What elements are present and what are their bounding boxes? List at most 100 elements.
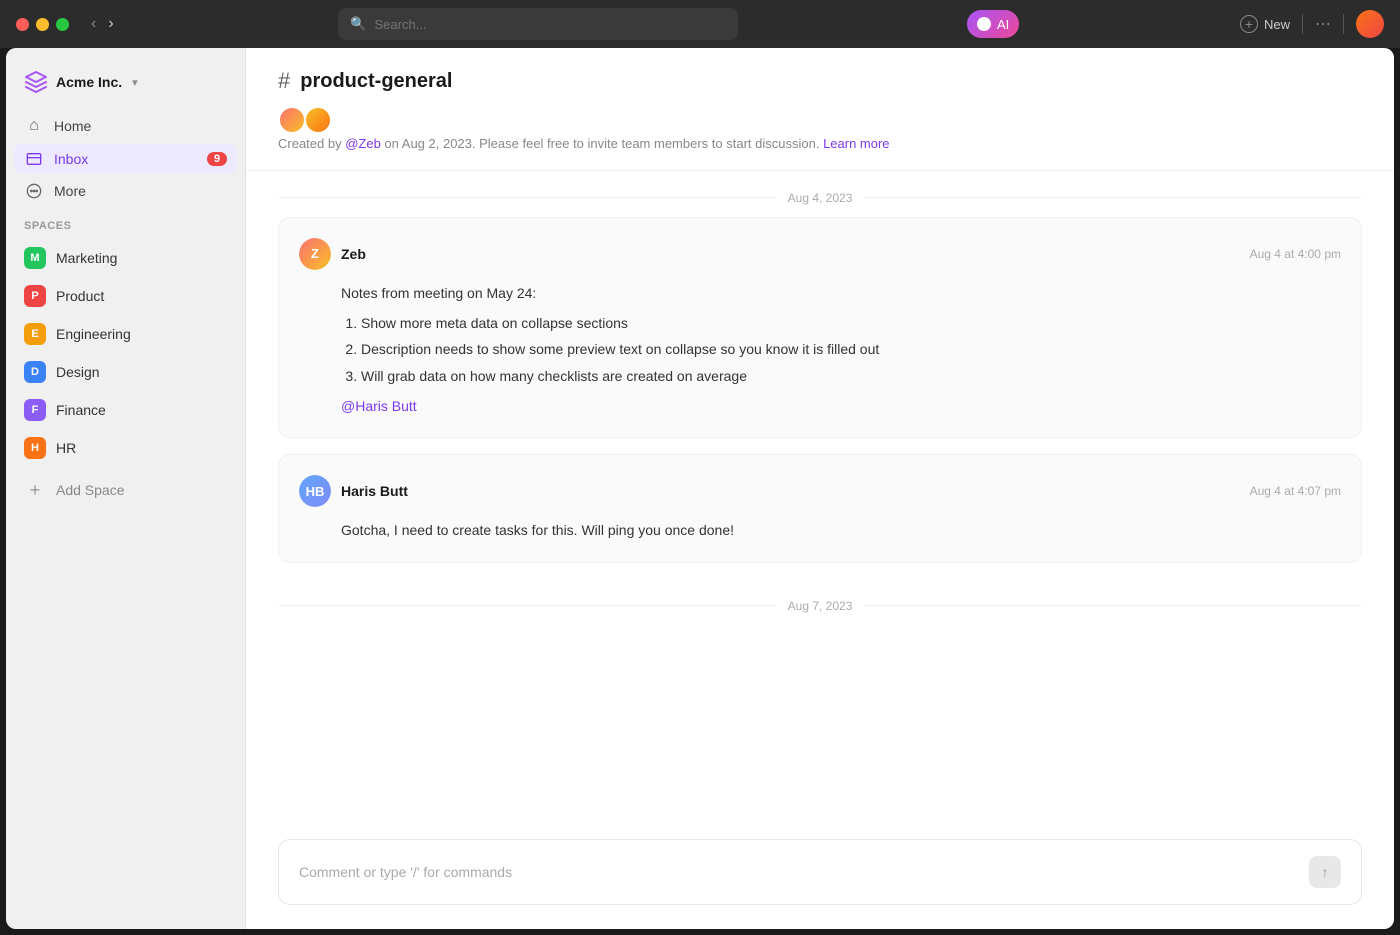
member-avatar-1[interactable]	[278, 106, 306, 134]
author-avatar-zeb: Z	[299, 238, 331, 270]
description-prefix: Created by	[278, 136, 345, 151]
minimize-button[interactable]	[36, 18, 49, 31]
new-label: New	[1264, 17, 1290, 32]
hash-icon: #	[278, 68, 290, 94]
user-avatar[interactable]	[1356, 10, 1384, 38]
sidebar-item-product[interactable]: P Product	[14, 278, 237, 314]
ai-dot-icon	[977, 17, 991, 31]
home-icon: ⌂	[24, 117, 44, 135]
add-space-button[interactable]: + Add Space	[14, 472, 237, 508]
new-button[interactable]: + New	[1240, 15, 1290, 33]
comment-actions: ↑	[1309, 856, 1341, 888]
channel-name: product-general	[300, 70, 452, 93]
author-avatar-haris: HB	[299, 475, 331, 507]
sidebar-item-finance[interactable]: F Finance	[14, 392, 237, 428]
comment-send-button[interactable]: ↑	[1309, 856, 1341, 888]
learn-more-link[interactable]: Learn more	[823, 136, 889, 151]
search-bar[interactable]: 🔍	[338, 8, 738, 40]
sidebar-item-engineering[interactable]: E Engineering	[14, 316, 237, 352]
message-text-haris: Gotcha, I need to create tasks for this.…	[341, 519, 1341, 541]
sidebar-item-marketing[interactable]: M Marketing	[14, 240, 237, 276]
member-avatar-2[interactable]	[304, 106, 332, 134]
sidebar-item-more[interactable]: More	[14, 176, 237, 206]
inbox-icon	[24, 151, 44, 167]
comment-box[interactable]: ↑	[278, 839, 1362, 905]
close-button[interactable]	[16, 18, 29, 31]
nav-arrows: ‹ ›	[87, 13, 118, 35]
ai-button[interactable]: AI	[967, 10, 1019, 38]
engineering-dot: E	[24, 323, 46, 345]
date-label-aug7: Aug 7, 2023	[788, 599, 853, 613]
message-body-1: Notes from meeting on May 24: Show more …	[299, 282, 1341, 418]
search-input[interactable]	[375, 17, 727, 32]
inbox-badge: 9	[207, 152, 227, 166]
date-divider-aug4: Aug 4, 2023	[278, 171, 1362, 217]
ai-label: AI	[997, 17, 1009, 32]
zeb-avatar-img: Z	[299, 238, 331, 270]
channel-header: # product-general Created by @Zeb on Aug…	[246, 48, 1394, 171]
divider2	[1343, 14, 1344, 34]
divider-line-right	[864, 197, 1362, 198]
date-label-aug4: Aug 4, 2023	[788, 191, 853, 205]
sidebar-item-hr[interactable]: H HR	[14, 430, 237, 466]
sidebar-item-design[interactable]: D Design	[14, 354, 237, 390]
comment-input[interactable]	[299, 864, 1309, 880]
divider	[1302, 14, 1303, 34]
workspace-name: Acme Inc.	[56, 74, 122, 90]
message-notes-text: Notes from meeting on May 24:	[341, 282, 1341, 304]
sidebar-item-home-label: Home	[54, 118, 91, 134]
more-icon	[24, 183, 44, 199]
messages-area: Aug 4, 2023 Z Zeb Aug 4 at 4:00 pm Notes…	[246, 171, 1394, 824]
app-body: Acme Inc. ▾ ⌂ Home Inbox 9 More Space	[6, 48, 1394, 929]
channel-title-row: # product-general	[278, 68, 1362, 94]
design-label: Design	[56, 364, 100, 380]
add-space-plus-icon: +	[24, 479, 46, 501]
divider-line-right2	[864, 605, 1362, 606]
message-time-2: Aug 4 at 4:07 pm	[1250, 484, 1341, 498]
sidebar-item-inbox[interactable]: Inbox 9	[14, 144, 237, 174]
comment-area: ↑	[246, 823, 1394, 929]
date-divider-aug7: Aug 7, 2023	[278, 579, 1362, 625]
product-label: Product	[56, 288, 104, 304]
product-dot: P	[24, 285, 46, 307]
message-author-1: Z Zeb	[299, 238, 366, 270]
engineering-label: Engineering	[56, 326, 131, 342]
marketing-label: Marketing	[56, 250, 117, 266]
message-list: Show more meta data on collapse sections…	[341, 312, 1341, 387]
hr-label: HR	[56, 440, 76, 456]
maximize-button[interactable]	[56, 18, 69, 31]
list-item: Will grab data on how many checklists ar…	[361, 365, 1341, 387]
sidebar-item-home[interactable]: ⌂ Home	[14, 110, 237, 142]
description-mention[interactable]: @Zeb	[345, 136, 381, 151]
description-middle: on Aug 2, 2023. Please feel free to invi…	[381, 136, 823, 151]
message-mention-haris[interactable]: @Haris Butt	[341, 398, 417, 414]
titlebar: ‹ › 🔍 AI + New ⋯	[0, 0, 1400, 48]
design-dot: D	[24, 361, 46, 383]
grid-icon[interactable]: ⋯	[1315, 14, 1331, 34]
message-card-2: HB Haris Butt Aug 4 at 4:07 pm Gotcha, I…	[278, 454, 1362, 562]
divider-line-left	[278, 197, 776, 198]
workspace-chevron-icon: ▾	[132, 76, 138, 89]
finance-label: Finance	[56, 402, 106, 418]
finance-dot: F	[24, 399, 46, 421]
message-header-2: HB Haris Butt Aug 4 at 4:07 pm	[299, 475, 1341, 507]
workspace-logo-icon	[24, 70, 48, 94]
sidebar: Acme Inc. ▾ ⌂ Home Inbox 9 More Space	[6, 48, 246, 929]
traffic-lights	[16, 18, 69, 31]
titlebar-right: + New ⋯	[1240, 10, 1384, 38]
marketing-dot: M	[24, 247, 46, 269]
author-name-haris: Haris Butt	[341, 483, 408, 499]
forward-arrow[interactable]: ›	[104, 13, 117, 35]
message-card-1: Z Zeb Aug 4 at 4:00 pm Notes from meetin…	[278, 217, 1362, 439]
main-content: # product-general Created by @Zeb on Aug…	[246, 48, 1394, 929]
send-icon: ↑	[1322, 864, 1329, 880]
author-name-zeb: Zeb	[341, 246, 366, 262]
back-arrow[interactable]: ‹	[87, 13, 100, 35]
add-space-label: Add Space	[56, 482, 125, 498]
workspace-header[interactable]: Acme Inc. ▾	[14, 64, 237, 100]
channel-description: Created by @Zeb on Aug 2, 2023. Please f…	[278, 134, 1362, 154]
sidebar-item-inbox-label: Inbox	[54, 151, 88, 167]
message-author-2: HB Haris Butt	[299, 475, 408, 507]
message-time-1: Aug 4 at 4:00 pm	[1250, 247, 1341, 261]
spaces-header: Spaces	[14, 208, 237, 238]
